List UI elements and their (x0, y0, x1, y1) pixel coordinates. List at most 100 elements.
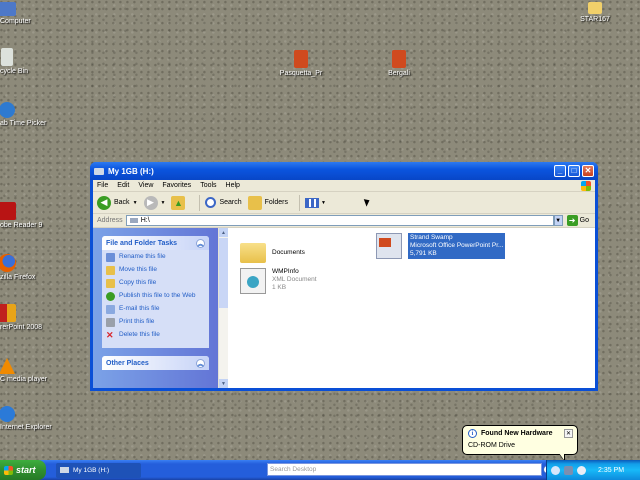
publish-file-link[interactable]: Publish this file to the Web (106, 292, 205, 301)
drive-icon (60, 467, 69, 473)
menu-help[interactable]: Help (226, 182, 240, 189)
security-icon[interactable] (577, 465, 586, 475)
chevron-down-icon[interactable]: ▼ (161, 200, 166, 206)
desktop-icon-firefox[interactable]: zilla Firefox (0, 254, 35, 282)
maximize-button[interactable]: □ (568, 165, 580, 177)
desktop-icon-star167[interactable]: STAR167 (570, 2, 620, 24)
notification-balloon[interactable]: i Found New Hardware CD-ROM Drive ✕ (462, 425, 578, 462)
close-icon[interactable]: ✕ (564, 429, 573, 438)
file-list: Documents Strand Swamp Microsoft Office … (228, 228, 595, 388)
explorer-window: My 1GB (H:) _ □ ✕ File Edit View Favorit… (90, 162, 598, 391)
desktop-icon-bergali[interactable]: Bergali (374, 50, 424, 78)
menu-tools[interactable]: Tools (200, 182, 216, 189)
task-pane-scrollbar[interactable]: ▲ ▼ (218, 228, 228, 388)
file-item-strand-swamp[interactable]: Strand Swamp Microsoft Office PowerPoint… (376, 233, 506, 259)
menu-view[interactable]: View (138, 182, 153, 189)
rename-file-link[interactable]: Rename this file (106, 253, 205, 262)
file-size: 1 KB (272, 284, 287, 291)
back-button[interactable]: ◀ Back ▼ (97, 195, 138, 210)
other-places-header[interactable]: Other Places ︽ (102, 356, 209, 370)
acrobat-icon (0, 202, 16, 220)
drive-icon (94, 167, 104, 175)
copy-file-link[interactable]: Copy this file (106, 279, 205, 288)
delete-file-link[interactable]: ✕ Delete this file (106, 331, 205, 340)
scroll-thumb[interactable] (219, 238, 228, 308)
file-folder-tasks-header[interactable]: File and Folder Tasks ︽ (102, 236, 209, 250)
address-dropdown-button[interactable]: ▼ (553, 215, 563, 226)
computer-icon (0, 2, 16, 16)
email-icon (106, 305, 115, 314)
forward-button[interactable]: ▶ ▼ (143, 195, 166, 210)
expand-chevron-icon[interactable]: ︽ (196, 358, 205, 368)
address-label: Address (97, 217, 123, 224)
print-file-link[interactable]: Print this file (106, 318, 205, 327)
other-places-panel: Other Places ︽ (102, 356, 209, 370)
menu-favorites[interactable]: Favorites (162, 182, 191, 189)
desktop-search-input[interactable]: Search Desktop (267, 463, 552, 476)
desktop-icon-vlc[interactable]: C media player (0, 358, 47, 384)
go-arrow-icon: ➜ (566, 215, 578, 226)
address-input[interactable]: H:\ (125, 215, 554, 226)
minimize-button[interactable]: _ (554, 165, 566, 177)
folder-icon (240, 243, 266, 263)
folder-icon (588, 2, 602, 14)
chevron-down-icon[interactable]: ▼ (133, 200, 138, 206)
folders-button[interactable]: Folders (247, 195, 288, 210)
toolbar-separator (299, 194, 300, 211)
system-tray: 2:35 PM (546, 460, 640, 480)
title-bar[interactable]: My 1GB (H:) _ □ ✕ (90, 162, 598, 180)
desktop-icon-pasquetta[interactable]: Pasquetta_Pr (276, 50, 326, 78)
up-button[interactable]: ▲ (171, 195, 188, 210)
toolbar: ◀ Back ▼ ▶ ▼ ▲ Search Folders ▼ (93, 192, 595, 214)
move-file-link[interactable]: Move this file (106, 266, 205, 275)
desktop-icon-internet-explorer[interactable]: Internet Explorer (0, 406, 52, 432)
desktop-icon-powerpoint[interactable]: rerPoint 2008 (0, 304, 42, 332)
taskbar: start My 1GB (H:) Search Desktop 2:35 PM (0, 460, 640, 480)
file-type: XML Document (272, 276, 317, 283)
delete-icon: ✕ (106, 330, 114, 340)
views-icon (305, 197, 319, 208)
file-folder-tasks-panel: File and Folder Tasks ︽ Rename this file… (102, 236, 209, 348)
windows-logo-icon (4, 465, 13, 475)
menu-bar: File Edit View Favorites Tools Help (93, 180, 595, 192)
powerpoint-icon (392, 50, 406, 68)
views-button[interactable]: ▼ (305, 197, 326, 208)
address-bar: Address H:\ ▼ ➜ Go (93, 214, 595, 228)
drive-icon (129, 218, 138, 223)
file-name: Documents (272, 249, 305, 256)
taskbar-window-button[interactable]: My 1GB (H:) (56, 462, 141, 478)
email-file-link[interactable]: E-mail this file (106, 305, 205, 314)
hardware-icon[interactable] (564, 465, 573, 475)
scroll-down-button[interactable]: ▼ (219, 379, 228, 388)
xml-file-icon (240, 268, 266, 294)
toolbar-separator (199, 194, 201, 211)
ie-icon (0, 406, 15, 422)
desktop-icon-computer[interactable]: Computer (0, 2, 32, 26)
powerpoint-file-icon (376, 233, 402, 259)
file-item-wmpinfo[interactable]: WMPInfo XML Document 1 KB (240, 268, 317, 294)
vlc-icon (0, 358, 15, 374)
task-pane: File and Folder Tasks ︽ Rename this file… (93, 228, 218, 388)
collapse-chevron-icon[interactable]: ︽ (196, 238, 205, 248)
desktop-icon-recycle-bin[interactable]: cycle Bin (0, 48, 32, 76)
balloon-title: Found New Hardware (481, 430, 553, 437)
clock[interactable]: 2:35 PM (598, 467, 624, 474)
powerpoint-icon (294, 50, 308, 68)
search-icon (205, 197, 217, 208)
back-arrow-icon: ◀ (97, 195, 111, 210)
folder-up-icon: ▲ (171, 195, 186, 210)
search-button[interactable]: Search (205, 197, 242, 208)
desktop-icon-adobe-reader[interactable]: obe Reader 9 (0, 202, 42, 230)
scroll-up-button[interactable]: ▲ (219, 228, 228, 237)
forward-arrow-icon: ▶ (143, 195, 158, 210)
start-button[interactable]: start (0, 460, 46, 480)
menu-file[interactable]: File (97, 182, 108, 189)
go-button[interactable]: ➜ Go (566, 215, 589, 226)
close-button[interactable]: ✕ (582, 165, 594, 177)
network-icon[interactable] (551, 465, 560, 475)
copy-icon (106, 279, 115, 288)
desktop-icon-time-picker[interactable]: ab Time Picker (0, 102, 46, 128)
file-type: Microsoft Office PowerPoint Pr... (410, 242, 504, 249)
file-item-documents[interactable]: Documents (240, 240, 305, 263)
menu-edit[interactable]: Edit (117, 182, 129, 189)
